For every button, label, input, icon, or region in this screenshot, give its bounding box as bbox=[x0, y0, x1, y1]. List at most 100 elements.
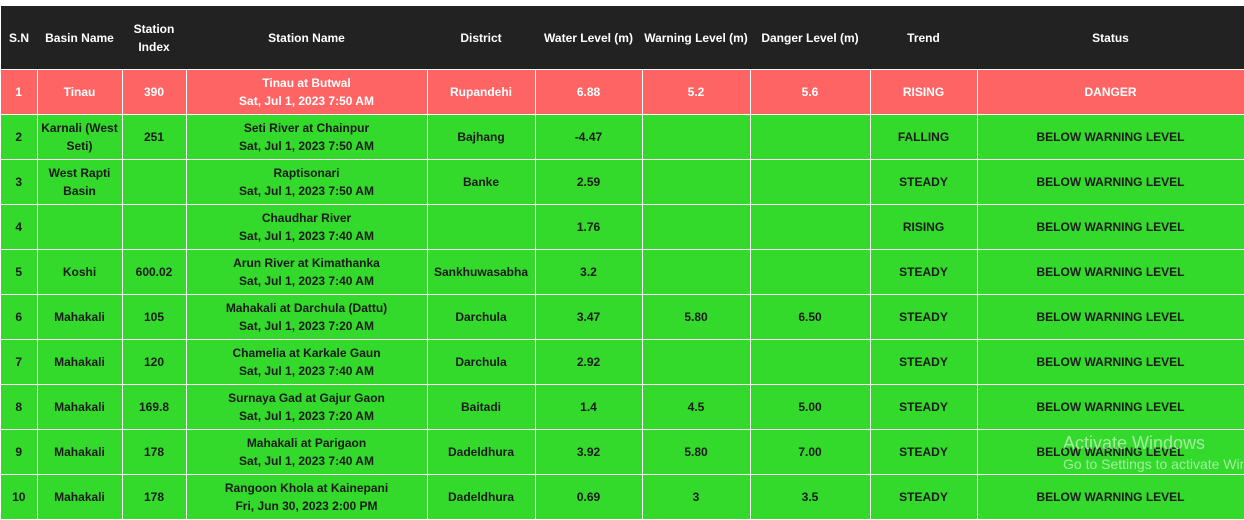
cell-status: DANGER bbox=[977, 69, 1244, 115]
station-datetime-text: Sat, Jul 1, 2023 7:20 AM bbox=[239, 409, 374, 423]
cell-danger-level: 5.00 bbox=[750, 384, 871, 430]
cell-sn: 8 bbox=[1, 384, 38, 430]
cell-station-name: Raptisonari Sat, Jul 1, 2023 7:50 AM bbox=[186, 159, 428, 205]
cell-basin-name: Karnali (West Seti) bbox=[37, 114, 123, 160]
cell-trend: STEADY bbox=[870, 384, 978, 430]
cell-district: Darchula bbox=[427, 339, 536, 385]
river-station-table: S.N Basin Name Station Index Station Nam… bbox=[1, 6, 1244, 520]
cell-water-level: 3.92 bbox=[535, 429, 643, 475]
cell-danger-level bbox=[750, 339, 871, 385]
cell-status: BELOW WARNING LEVEL bbox=[977, 249, 1244, 295]
table-row: 3 West Rapti Basin Raptisonari Sat, Jul 1, … bbox=[1, 159, 1244, 205]
header-warning-level: Warning Level (m) bbox=[642, 6, 750, 70]
cell-warning-level: 3 bbox=[642, 474, 751, 520]
cell-water-level: 1.4 bbox=[535, 384, 643, 430]
cell-danger-level bbox=[750, 204, 871, 250]
cell-basin-name: Mahakali bbox=[37, 294, 123, 340]
cell-status: BELOW WARNING LEVEL bbox=[977, 474, 1244, 520]
cell-sn: 4 bbox=[1, 204, 38, 250]
cell-sn: 5 bbox=[1, 249, 38, 295]
cell-trend: STEADY bbox=[870, 474, 978, 520]
cell-station-index: 251 bbox=[122, 114, 187, 160]
header-district: District bbox=[427, 6, 535, 70]
cell-warning-level: 5.2 bbox=[642, 69, 751, 115]
cell-basin-name: Mahakali bbox=[37, 429, 123, 475]
cell-warning-level bbox=[642, 249, 751, 295]
station-name-text: Chaudhar River bbox=[261, 211, 352, 225]
table-row: 2 Karnali (West Seti) 251 Seti River at Cha… bbox=[1, 114, 1244, 160]
cell-water-level: 0.69 bbox=[535, 474, 643, 520]
cell-station-index bbox=[122, 204, 187, 250]
cell-station-name: Surnaya Gad at Gajur Gaon Sat, Jul 1, 202… bbox=[186, 384, 428, 430]
cell-sn: 1 bbox=[1, 69, 38, 115]
cell-status: BELOW WARNING LEVEL bbox=[977, 339, 1244, 385]
header-station-name: Station Name bbox=[186, 6, 427, 70]
cell-district: Baitadi bbox=[427, 384, 536, 430]
cell-basin-name bbox=[37, 204, 123, 250]
station-datetime-text: Fri, Jun 30, 2023 2:00 PM bbox=[235, 499, 378, 513]
station-name-text: Mahakali at Darchula (Dattu) bbox=[225, 301, 388, 315]
header-danger-level: Danger Level (m) bbox=[750, 6, 870, 70]
cell-warning-level bbox=[642, 159, 751, 205]
header-status: Status bbox=[977, 6, 1244, 70]
header-sn: S.N bbox=[1, 6, 37, 70]
cell-station-name: Tinau at Butwal Sat, Jul 1, 2023 7:50 AM bbox=[186, 69, 428, 115]
cell-district: Banke bbox=[427, 159, 536, 205]
cell-status: BELOW WARNING LEVEL bbox=[977, 429, 1244, 475]
station-datetime-text: Sat, Jul 1, 2023 7:40 AM bbox=[239, 454, 374, 468]
header-trend: Trend bbox=[870, 6, 977, 70]
station-datetime-text: Sat, Jul 1, 2023 7:40 AM bbox=[239, 364, 374, 378]
table-row: 1 Tinau 390 Tinau at Butwal Sat, Jul 1, 2023… bbox=[1, 69, 1244, 115]
cell-danger-level: 3.5 bbox=[750, 474, 871, 520]
cell-district: Bajhang bbox=[427, 114, 536, 160]
cell-trend: STEADY bbox=[870, 429, 978, 475]
cell-sn: 9 bbox=[1, 429, 38, 475]
cell-status: BELOW WARNING LEVEL bbox=[977, 114, 1244, 160]
cell-district: Dadeldhura bbox=[427, 429, 536, 475]
cell-basin-name: Tinau bbox=[37, 69, 123, 115]
cell-water-level: -4.47 bbox=[535, 114, 643, 160]
header-basin-name: Basin Name bbox=[37, 6, 122, 70]
cell-trend: STEADY bbox=[870, 339, 978, 385]
table-row: 9 Mahakali 178 Mahakali at Parigaon Sat, Jul… bbox=[1, 429, 1244, 475]
cell-station-index: 178 bbox=[122, 429, 187, 475]
cell-status: BELOW WARNING LEVEL bbox=[977, 204, 1244, 250]
station-datetime-text: Sat, Jul 1, 2023 7:40 AM bbox=[239, 229, 374, 243]
cell-warning-level: 4.5 bbox=[642, 384, 751, 430]
station-name-text: Seti River at Chainpur bbox=[243, 121, 370, 135]
cell-danger-level bbox=[750, 114, 871, 160]
table-row: 4 Chaudhar River Sat, Jul 1, 2023 7:40 AM 1… bbox=[1, 204, 1244, 250]
table-row: 5 Koshi 600.02 Arun River at Kimathanka Sat,… bbox=[1, 249, 1244, 295]
station-name-text: Rangoon Khola at Kainepani bbox=[224, 481, 389, 495]
cell-station-name: Chaudhar River Sat, Jul 1, 2023 7:40 AM bbox=[186, 204, 428, 250]
cell-district: Dadeldhura bbox=[427, 474, 536, 520]
cell-basin-name: Mahakali bbox=[37, 339, 123, 385]
cell-danger-level bbox=[750, 159, 871, 205]
cell-danger-level bbox=[750, 249, 871, 295]
cell-station-index: 390 bbox=[122, 69, 187, 115]
table-row: 8 Mahakali 169.8 Surnaya Gad at Gajur Gaon S… bbox=[1, 384, 1244, 430]
cell-station-name: Mahakali at Darchula (Dattu) Sat, Jul 1, … bbox=[186, 294, 428, 340]
station-name-text: Surnaya Gad at Gajur Gaon bbox=[228, 391, 385, 405]
cell-district bbox=[427, 204, 536, 250]
cell-station-name: Chamelia at Karkale Gaun Sat, Jul 1, 2023… bbox=[186, 339, 428, 385]
cell-sn: 2 bbox=[1, 114, 38, 160]
cell-district: Sankhuwasabha bbox=[427, 249, 536, 295]
header-water-level: Water Level (m) bbox=[535, 6, 642, 70]
cell-trend: STEADY bbox=[870, 159, 978, 205]
cell-station-index: 120 bbox=[122, 339, 187, 385]
river-station-table-container: S.N Basin Name Station Index Station Nam… bbox=[1, 6, 1244, 520]
cell-water-level: 2.92 bbox=[535, 339, 643, 385]
cell-warning-level bbox=[642, 339, 751, 385]
station-name-text: Arun River at Kimathanka bbox=[233, 256, 380, 270]
table-row: 10 Mahakali 178 Rangoon Khola at Kainepani F… bbox=[1, 474, 1244, 520]
station-datetime-text: Sat, Jul 1, 2023 7:50 AM bbox=[239, 94, 374, 108]
cell-warning-level bbox=[642, 204, 751, 250]
header-station-index: Station Index bbox=[122, 6, 186, 70]
table-row: 6 Mahakali 105 Mahakali at Darchula (Dattu)… bbox=[1, 294, 1244, 340]
station-name-text: Raptisonari bbox=[273, 166, 340, 180]
cell-basin-name: Mahakali bbox=[37, 474, 123, 520]
cell-status: BELOW WARNING LEVEL bbox=[977, 384, 1244, 430]
cell-sn: 10 bbox=[1, 474, 38, 520]
cell-station-index: 105 bbox=[122, 294, 187, 340]
